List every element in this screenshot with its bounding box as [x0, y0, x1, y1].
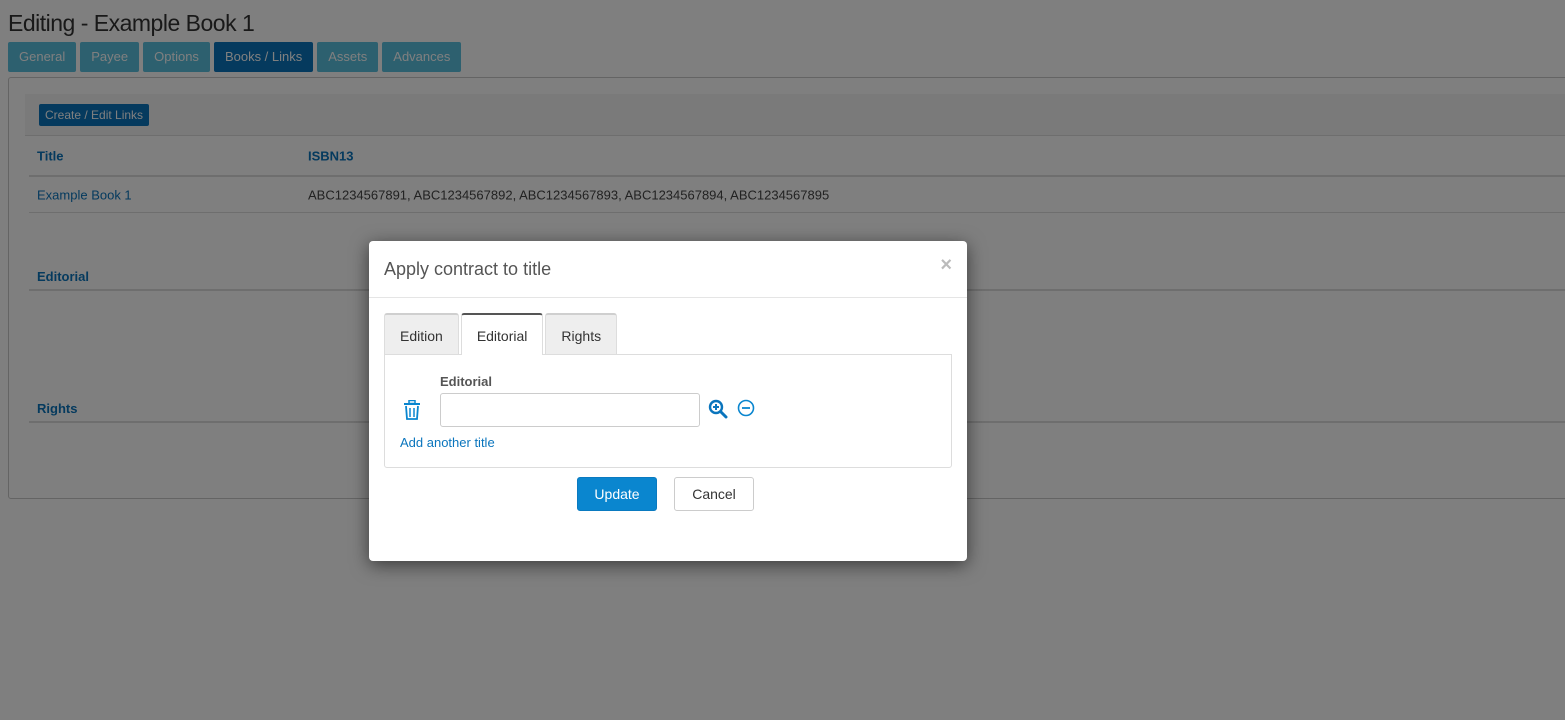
modal-header: Apply contract to title × [369, 241, 967, 298]
editorial-tab-pane: Editorial Add another title [384, 354, 952, 468]
zoom-in-icon[interactable] [708, 399, 728, 419]
tab-rights[interactable]: Rights [545, 313, 618, 354]
modal-title: Apply contract to title [384, 259, 552, 279]
modal-tabs: Edition Editorial Rights [384, 313, 618, 355]
apply-contract-modal: Apply contract to title × Edition Editor… [369, 241, 967, 561]
tab-edition[interactable]: Edition [384, 313, 459, 354]
editorial-field-label: Editorial [440, 374, 493, 389]
editorial-input[interactable] [440, 393, 700, 427]
minus-circle-icon[interactable] [737, 399, 755, 417]
tab-editorial[interactable]: Editorial [460, 313, 544, 355]
add-another-title-link[interactable]: Add another title [400, 435, 495, 450]
close-icon[interactable]: × [940, 254, 952, 277]
trash-icon[interactable] [403, 400, 421, 420]
update-button[interactable]: Update [577, 477, 657, 511]
cancel-button[interactable]: Cancel [674, 477, 754, 511]
